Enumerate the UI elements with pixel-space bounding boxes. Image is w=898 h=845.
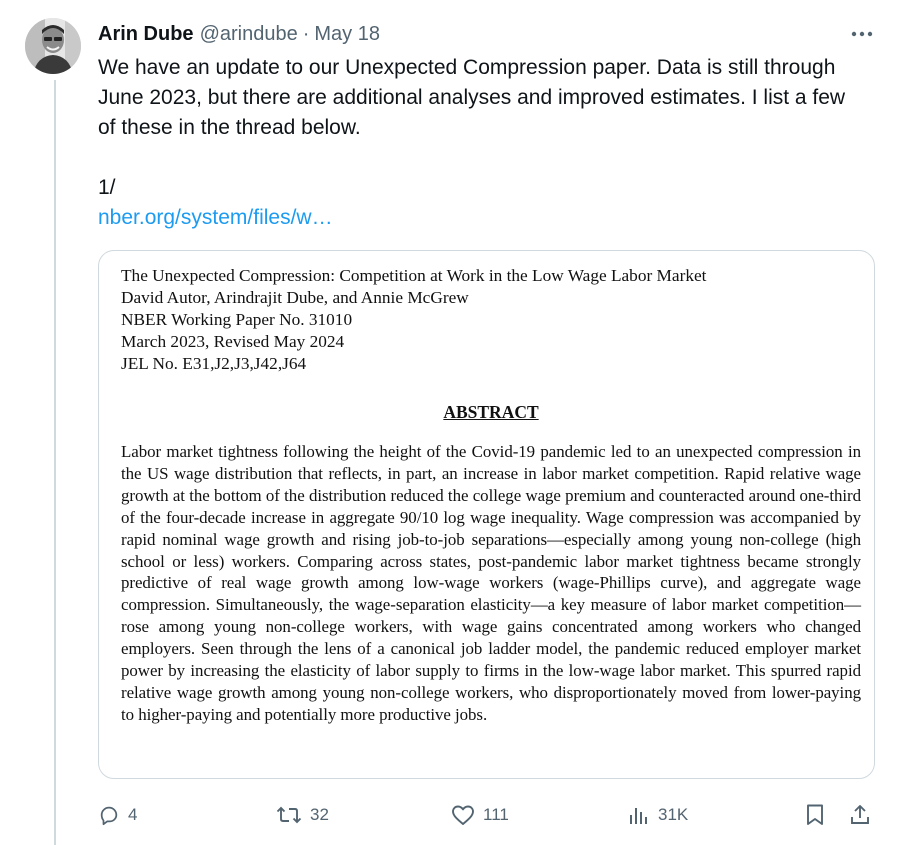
paper-title: The Unexpected Compression: Competition … <box>121 266 707 285</box>
like-count: 111 <box>483 805 509 824</box>
author-handle[interactable]: @arindube <box>200 23 298 46</box>
paper-dates: March 2023, Revised May 2024 <box>121 332 345 351</box>
author-name[interactable]: Arin Dube <box>98 23 194 46</box>
abstract-heading: ABSTRACT <box>443 402 539 422</box>
reply-button[interactable]: 4 <box>98 800 137 830</box>
views-chart-icon <box>630 808 647 824</box>
separator-dot: · <box>302 22 310 45</box>
tweet-text: We have an update to our Unexpected Comp… <box>98 53 858 233</box>
share-button[interactable] <box>848 800 872 830</box>
bookmark-button[interactable] <box>804 800 826 830</box>
views-count: 31K <box>658 805 689 824</box>
tweet-actions: 4 32 111 31K <box>0 800 898 830</box>
avatar-photo <box>25 18 81 74</box>
paper-preview: The Unexpected Compression: Competition … <box>121 265 861 726</box>
reply-icon <box>100 806 118 826</box>
share-icon <box>851 805 869 824</box>
tweet-link[interactable]: nber.org/system/files/w… <box>98 206 333 229</box>
repost-count: 32 <box>310 805 329 824</box>
more-options-button[interactable] <box>846 22 878 46</box>
tweet-paragraph: We have an update to our Unexpected Comp… <box>98 56 846 139</box>
repost-button[interactable]: 32 <box>276 800 329 830</box>
reply-count: 4 <box>128 805 138 824</box>
paper-series: NBER Working Paper No. 31010 <box>121 310 353 329</box>
thread-line <box>54 80 56 845</box>
tweet-date[interactable]: May 18 <box>314 23 380 46</box>
tweet-thread-marker: 1/ <box>98 176 116 199</box>
bookmark-icon <box>807 804 823 825</box>
like-button[interactable]: 111 <box>451 800 509 830</box>
more-horizontal-icon <box>851 31 873 37</box>
heart-icon <box>452 805 474 825</box>
avatar[interactable] <box>25 18 81 74</box>
repost-icon <box>276 806 302 824</box>
tweet-header: Arin Dube @arindube · May 18 <box>98 21 380 47</box>
abstract-text: Labor market tightness following the hei… <box>121 442 861 724</box>
paper-jel: JEL No. E31,J2,J3,J42,J64 <box>121 354 307 373</box>
paper-authors: David Autor, Arindrajit Dube, and Annie … <box>121 288 469 307</box>
views-button[interactable]: 31K <box>628 800 688 830</box>
link-preview-card[interactable]: The Unexpected Compression: Competition … <box>98 250 875 779</box>
